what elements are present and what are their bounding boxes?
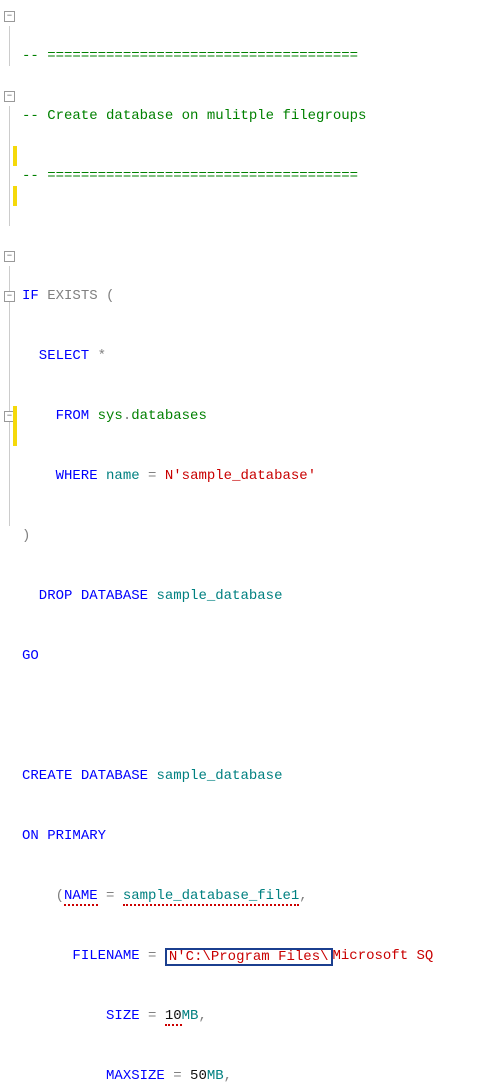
selection-box: N'C:\Program Files\	[165, 948, 333, 966]
code-line[interactable]: -- =====================================	[22, 46, 433, 66]
code-line[interactable]: -- Create database on mulitple filegroup…	[22, 106, 433, 126]
code-line[interactable]: WHERE name = N'sample_database'	[22, 466, 433, 486]
fold-minus-icon[interactable]: −	[4, 251, 15, 262]
change-marker	[13, 186, 17, 206]
change-marker	[13, 406, 17, 426]
code-line[interactable]: (NAME = sample_database_file1,	[22, 886, 433, 906]
fold-minus-icon[interactable]: −	[4, 291, 15, 302]
code-editor[interactable]: − − − − − -- ===========================…	[0, 0, 500, 542]
code-line[interactable]: FILENAME = N'C:\Program Files\Microsoft …	[22, 946, 433, 966]
code-line[interactable]: GO	[22, 646, 433, 666]
code-line[interactable]: FROM sys.databases	[22, 406, 433, 426]
code-line[interactable]: IF EXISTS (	[22, 286, 433, 306]
code-line[interactable]	[22, 706, 433, 726]
code-line[interactable]: MAXSIZE = 50MB,	[22, 1066, 433, 1084]
code-area[interactable]: -- =====================================…	[20, 0, 433, 542]
code-line[interactable]: SIZE = 10MB,	[22, 1006, 433, 1026]
code-line[interactable]: CREATE DATABASE sample_database	[22, 766, 433, 786]
code-line[interactable]: DROP DATABASE sample_database	[22, 586, 433, 606]
code-line[interactable]: -- =====================================	[22, 166, 433, 186]
gutter: − − − − −	[0, 0, 20, 542]
code-line[interactable]: )	[22, 526, 433, 546]
code-line[interactable]: ON PRIMARY	[22, 826, 433, 846]
change-marker	[13, 426, 17, 446]
code-line[interactable]	[22, 226, 433, 246]
change-marker	[13, 146, 17, 166]
fold-minus-icon[interactable]: −	[4, 11, 15, 22]
code-line[interactable]: SELECT *	[22, 346, 433, 366]
fold-minus-icon[interactable]: −	[4, 91, 15, 102]
